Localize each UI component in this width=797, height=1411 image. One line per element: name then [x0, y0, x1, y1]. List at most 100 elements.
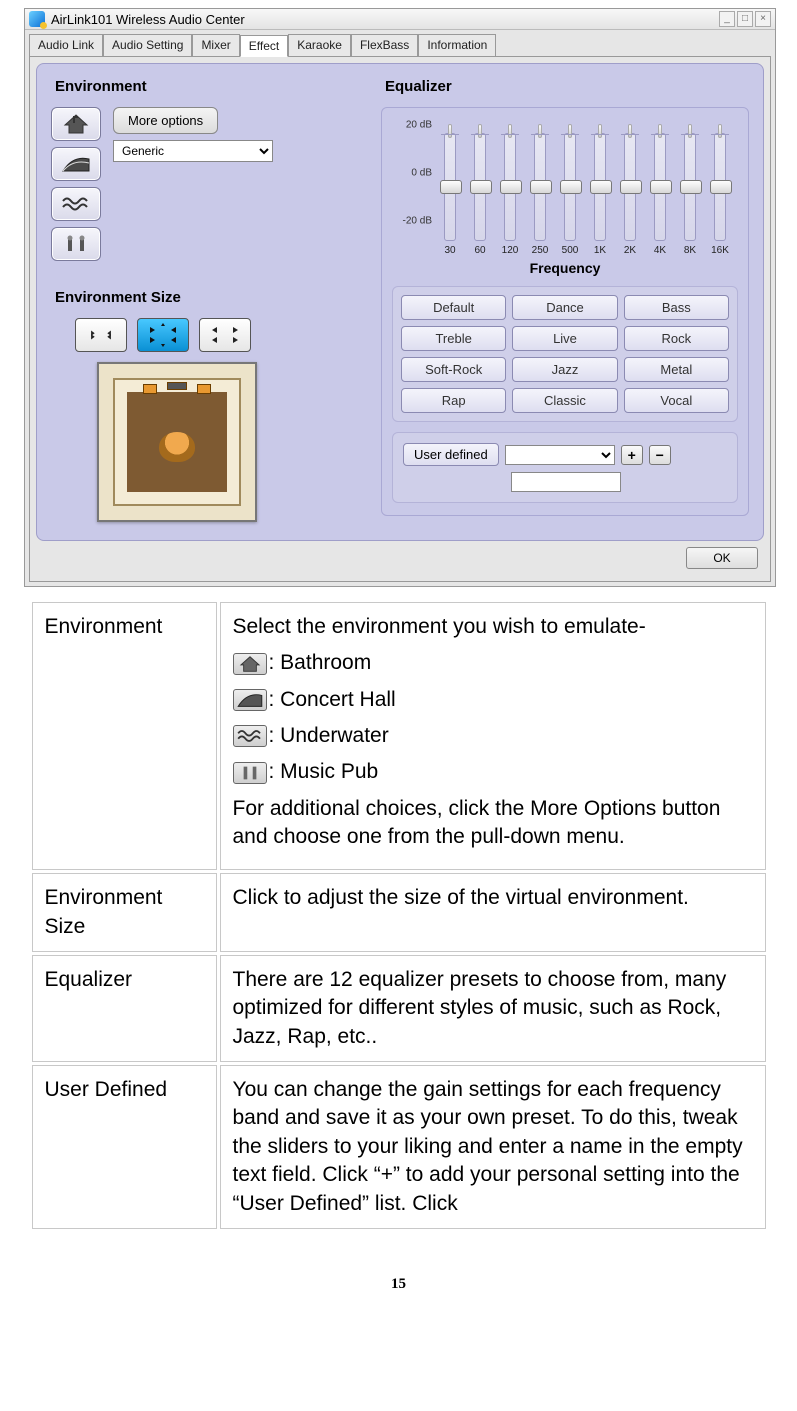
equalizer-presets: DefaultDance Bass TrebleLive Rock Soft-RockJ… — [392, 286, 738, 422]
eq-slider-30[interactable]: 30 — [436, 133, 464, 256]
eq-slider-2K[interactable]: 2K — [616, 133, 644, 256]
eq-thumb-2K[interactable] — [620, 180, 642, 194]
user-defined-add-button[interactable]: + — [621, 445, 643, 465]
environment-icon-list — [51, 107, 101, 261]
maximize-button[interactable]: □ — [737, 11, 753, 27]
arrows-out-icon — [205, 322, 245, 348]
doc-val-env-size: Click to adjust the size of the virtual … — [220, 873, 766, 952]
table-row: User Defined You can change the gain set… — [32, 1065, 766, 1229]
doc-key-user-defined: User Defined — [32, 1065, 217, 1229]
equalizer-sliders: 20 dB 0 dB -20 dB 3060 120 250 500 1K 2K 4K 8K1… — [392, 118, 738, 258]
size-large-button[interactable] — [199, 318, 251, 352]
page-number: 15 — [24, 1276, 773, 1293]
doc-key-env-size: Environment Size — [32, 873, 217, 952]
ok-button[interactable]: OK — [686, 547, 758, 569]
eq-freq-label: 4K — [654, 245, 666, 256]
app-window: AirLink101 Wireless Audio Center _ □ × A… — [24, 8, 776, 587]
eq-freq-label: 250 — [532, 245, 549, 256]
preset-metal-button[interactable]: Metal — [624, 357, 729, 382]
eq-ylabel-mid: 0 dB — [411, 168, 432, 179]
minimize-button[interactable]: _ — [719, 11, 735, 27]
environment-title: Environment — [55, 78, 371, 95]
tab-flexbass[interactable]: FlexBass — [351, 34, 418, 56]
size-small-button[interactable] — [75, 318, 127, 352]
tab-body: Environment — [29, 56, 771, 582]
doc-val-equalizer: There are 12 equalizer presets to choose… — [220, 955, 766, 1062]
doc-val-user-defined: You can change the gain settings for eac… — [220, 1065, 766, 1229]
eq-y-labels: 20 dB 0 dB -20 dB — [392, 118, 434, 228]
eq-thumb-250[interactable] — [530, 180, 552, 194]
arrows-mid-icon — [143, 322, 183, 348]
table-row: Environment Size Click to adjust the siz… — [32, 873, 766, 952]
user-defined-remove-button[interactable]: − — [649, 445, 671, 465]
doc-env-item: : Music Pub — [233, 758, 753, 786]
eq-thumb-500[interactable] — [560, 180, 582, 194]
window-title: AirLink101 Wireless Audio Center — [51, 12, 245, 27]
eq-slider-120[interactable]: 120 — [496, 133, 524, 256]
music-pub-icon — [61, 233, 91, 255]
tab-information[interactable]: Information — [418, 34, 496, 56]
doc-key-equalizer: Equalizer — [32, 955, 217, 1062]
bathroom-icon — [233, 653, 267, 675]
underwater-icon — [233, 725, 267, 747]
eq-slider-16K[interactable]: 16K — [706, 133, 734, 256]
close-button[interactable]: × — [755, 11, 771, 27]
eq-thumb-4K[interactable] — [650, 180, 672, 194]
eq-slider-8K[interactable]: 8K — [676, 133, 704, 256]
environment-preset-select[interactable]: Generic — [113, 140, 273, 162]
more-options-button[interactable]: More options — [113, 107, 218, 134]
preset-dance-button[interactable]: Dance — [512, 295, 617, 320]
preset-bass-button[interactable]: Bass — [624, 295, 729, 320]
eq-slider-4K[interactable]: 4K — [646, 133, 674, 256]
eq-thumb-120[interactable] — [500, 180, 522, 194]
environment-bathroom-button[interactable] — [51, 107, 101, 141]
tab-mixer[interactable]: Mixer — [192, 34, 239, 56]
eq-freq-label: 1K — [594, 245, 606, 256]
eq-thumb-16K[interactable] — [710, 180, 732, 194]
equalizer-pane: 20 dB 0 dB -20 dB 3060 120 250 500 1K 2K 4K 8K1… — [381, 107, 749, 516]
user-defined-pane: User defined + − — [392, 432, 738, 503]
eq-thumb-60[interactable] — [470, 180, 492, 194]
eq-slider-1K[interactable]: 1K — [586, 133, 614, 256]
tab-audio-setting[interactable]: Audio Setting — [103, 34, 192, 56]
doc-env-item: : Bathroom — [233, 649, 753, 677]
preset-classic-button[interactable]: Classic — [512, 388, 617, 413]
eq-freq-label: 2K — [624, 245, 636, 256]
eq-slider-250[interactable]: 250 — [526, 133, 554, 256]
eq-thumb-1K[interactable] — [590, 180, 612, 194]
eq-thumb-8K[interactable] — [680, 180, 702, 194]
preset-vocal-button[interactable]: Vocal — [624, 388, 729, 413]
concert-hall-icon — [233, 689, 267, 711]
arrows-in-small-icon — [86, 325, 117, 345]
eq-thumb-30[interactable] — [440, 180, 462, 194]
effect-panel: Environment — [36, 63, 764, 541]
equalizer-xlabel: Frequency — [392, 260, 738, 276]
eq-ylabel-top: 20 dB — [406, 119, 432, 130]
eq-slider-500[interactable]: 500 — [556, 133, 584, 256]
environment-concert-hall-button[interactable] — [51, 147, 101, 181]
tab-karaoke[interactable]: Karaoke — [288, 34, 351, 56]
doc-key-environment: Environment — [32, 602, 217, 870]
doc-env-intro: Select the environment you wish to emula… — [233, 613, 753, 641]
size-medium-button[interactable] — [137, 318, 189, 352]
eq-freq-label: 120 — [502, 245, 519, 256]
user-defined-name-input[interactable] — [511, 472, 621, 492]
preset-live-button[interactable]: Live — [512, 326, 617, 351]
user-defined-select[interactable] — [505, 445, 615, 465]
preset-rap-button[interactable]: Rap — [401, 388, 506, 413]
environment-underwater-button[interactable] — [51, 187, 101, 221]
music-pub-icon — [233, 762, 267, 784]
preset-treble-button[interactable]: Treble — [401, 326, 506, 351]
doc-table: Environment Select the environment you w… — [29, 599, 769, 1232]
tab-effect[interactable]: Effect — [240, 35, 288, 57]
eq-slider-60[interactable]: 60 — [466, 133, 494, 256]
doc-env-item: : Underwater — [233, 722, 753, 750]
environment-music-pub-button[interactable] — [51, 227, 101, 261]
table-row: Equalizer There are 12 equalizer presets… — [32, 955, 766, 1062]
preset-default-button[interactable]: Default — [401, 295, 506, 320]
tabstrip: Audio LinkAudio SettingMixerEffectKaraok… — [25, 30, 775, 56]
tab-audio-link[interactable]: Audio Link — [29, 34, 103, 56]
preset-rock-button[interactable]: Rock — [624, 326, 729, 351]
preset-soft-rock-button[interactable]: Soft-Rock — [401, 357, 506, 382]
preset-jazz-button[interactable]: Jazz — [512, 357, 617, 382]
